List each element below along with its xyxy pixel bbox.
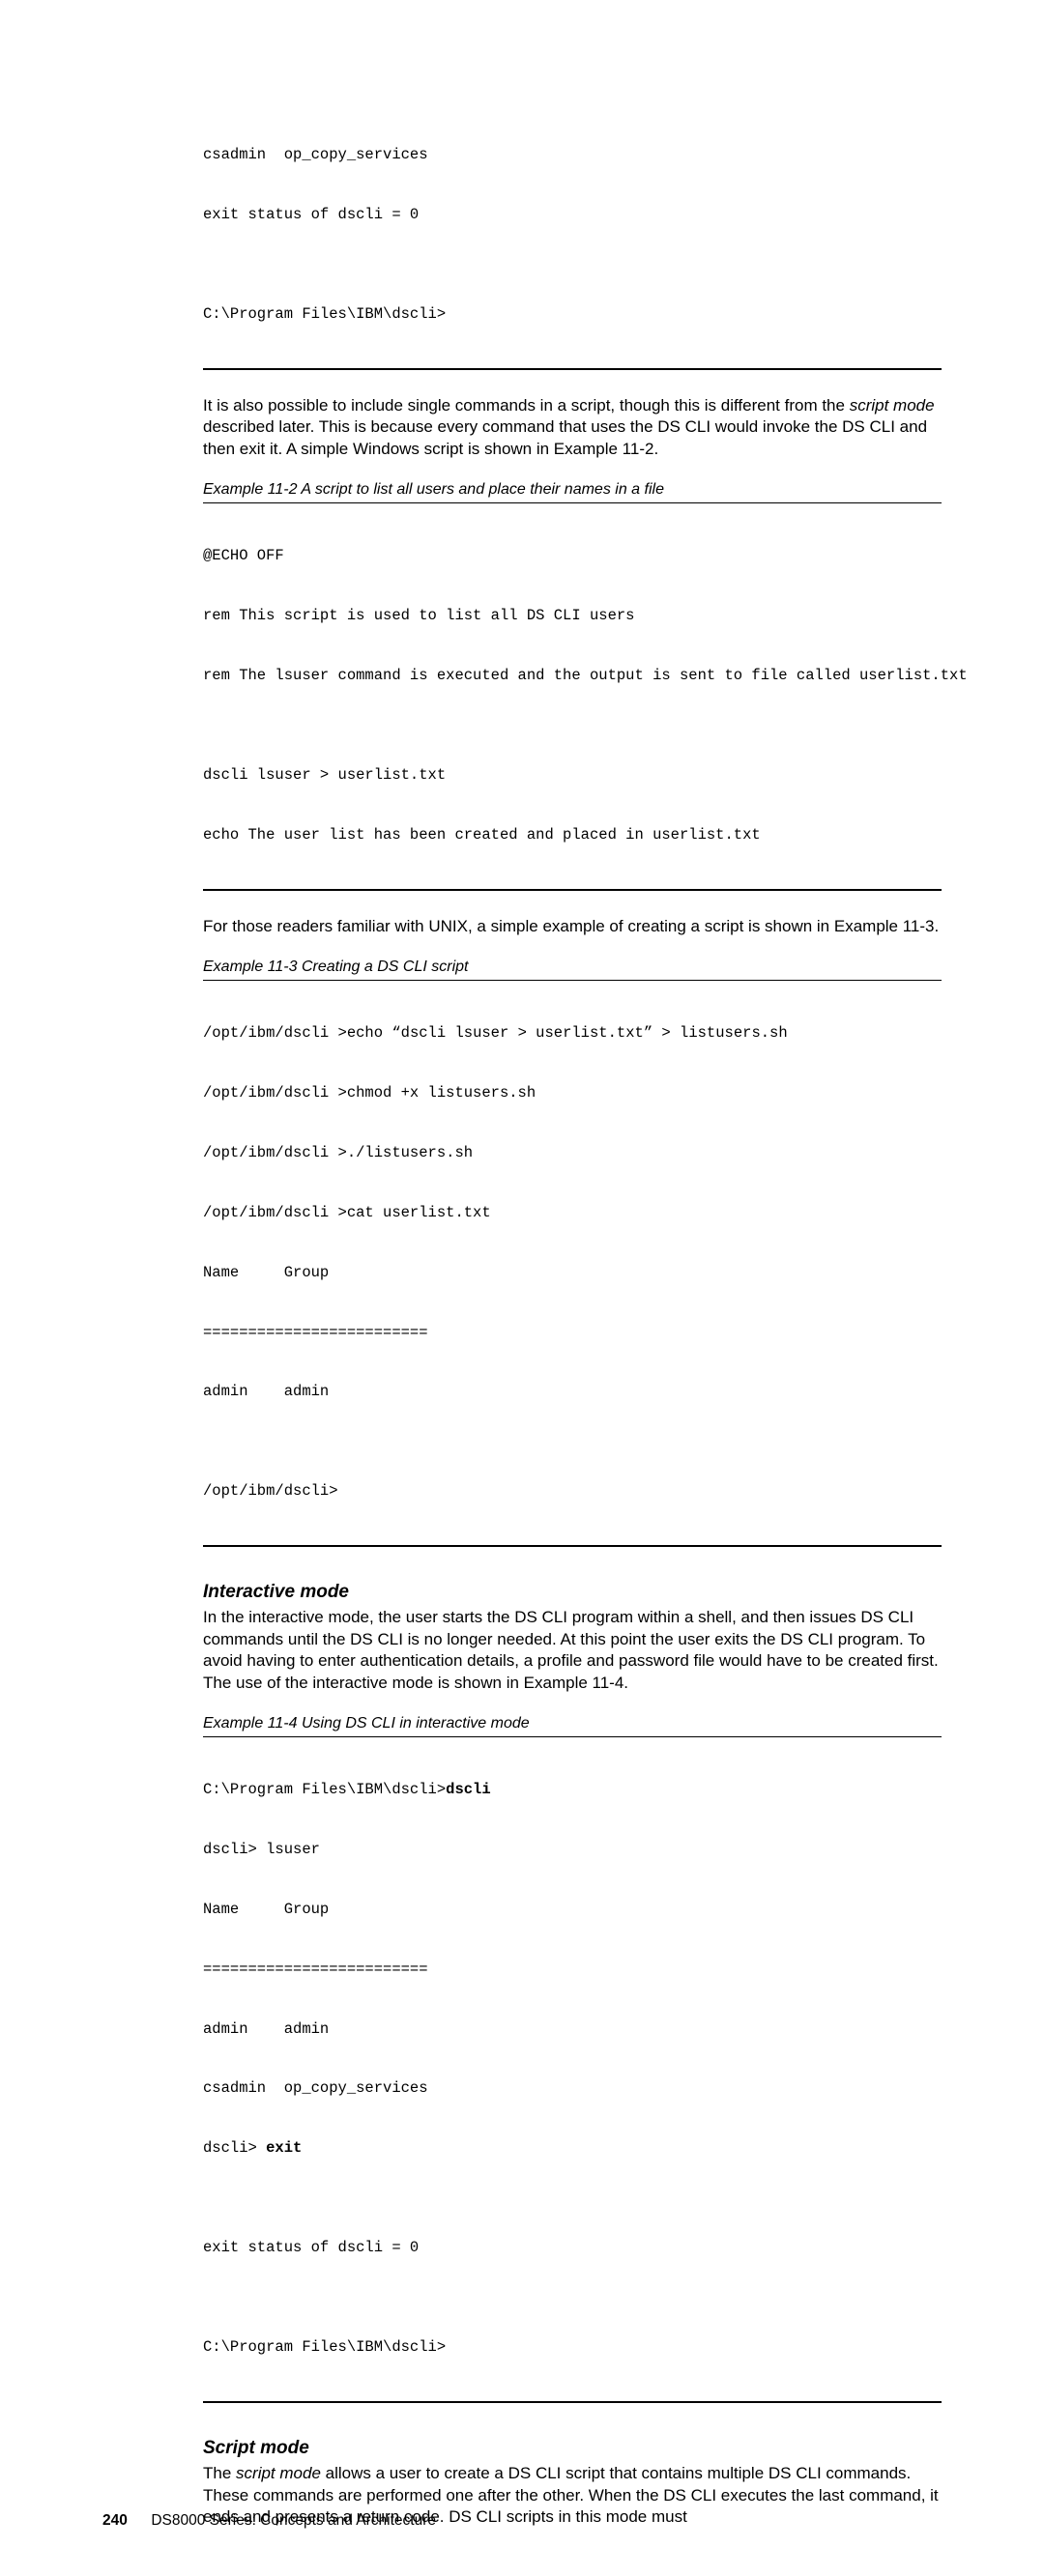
code-line: csadmin op_copy_services [203,2078,942,2099]
heading-interactive-mode: Interactive mode [203,1582,942,1603]
text: described later. This is because every c… [203,417,927,457]
paragraph: In the interactive mode, the user starts… [203,1607,942,1694]
code-block-3: /opt/ibm/dscli >echo “dscli lsuser > use… [203,984,942,1541]
code-line: /opt/ibm/dscli >echo “dscli lsuser > use… [203,1023,942,1044]
text-italic: script mode [236,2464,321,2482]
code-line: rem This script is used to list all DS C… [203,606,942,626]
text: The [203,2464,236,2482]
code-line: /opt/ibm/dscli >./listusers.sh [203,1143,942,1163]
page: csadmin op_copy_services exit status of … [0,0,1044,2576]
heading-script-mode: Script mode [203,2438,942,2459]
code-line: Name Group [203,1263,942,1283]
rule [203,1736,942,1737]
code-line: @ECHO OFF [203,546,942,566]
text: C:\Program Files\IBM\dscli> [203,1781,446,1798]
rule [203,368,942,370]
code-line: ========================= [203,1323,942,1343]
paragraph: For those readers familiar with UNIX, a … [203,916,942,937]
text: ” [644,1024,652,1042]
code-line: rem The lsuser command is executed and t… [203,666,942,686]
footer-title: DS8000 Series: Concepts and Architecture [151,2512,436,2530]
code-line: C:\Program Files\IBM\dscli> [203,304,942,325]
rule [203,502,942,503]
code-line: exit status of dscli = 0 [203,2238,942,2258]
code-block-4: C:\Program Files\IBM\dscli>dscli dscli> … [203,1740,942,2397]
code-line: /opt/ibm/dscli >chmod +x listusers.sh [203,1083,942,1103]
text-bold: dscli [446,1781,491,1798]
text: dscli lsuser > userlist.txt [401,1024,644,1042]
code-line: dscli> exit [203,2138,942,2159]
paragraph: It is also possible to include single co… [203,395,942,460]
rule [203,2401,942,2403]
text-italic: script mode [850,396,935,415]
text: /opt/ibm/dscli >echo [203,1024,392,1042]
code-line: /opt/ibm/dscli >cat userlist.txt [203,1203,942,1223]
code-line: dscli> lsuser [203,1840,942,1860]
example-caption: Example 11-3 Creating a DS CLI script [203,959,942,976]
rule [203,980,942,981]
code-line: admin admin [203,1382,942,1402]
code-line: ========================= [203,1960,942,1980]
text: It is also possible to include single co… [203,396,850,415]
text: > listusers.sh [652,1024,788,1042]
code-line: dscli lsuser > userlist.txt [203,765,942,786]
page-footer: 240 DS8000 Series: Concepts and Architec… [0,2512,1044,2530]
code-line: /opt/ibm/dscli> [203,1481,942,1502]
example-caption: Example 11-4 Using DS CLI in interactive… [203,1715,942,1732]
code-line: C:\Program Files\IBM\dscli> [203,2337,942,2358]
code-block-2: @ECHO OFF rem This script is used to lis… [203,506,942,885]
code-line: exit status of dscli = 0 [203,205,942,225]
code-line: echo The user list has been created and … [203,825,942,845]
code-line: C:\Program Files\IBM\dscli>dscli [203,1780,942,1800]
example-caption: Example 11-2 A script to list all users … [203,481,942,499]
rule [203,1545,942,1547]
text: “ [392,1024,400,1042]
text: dscli> [203,2139,266,2157]
code-block-1: csadmin op_copy_services exit status of … [203,105,942,364]
code-line: csadmin op_copy_services [203,145,942,165]
rule [203,889,942,891]
page-number: 240 [102,2512,147,2530]
text-bold: exit [266,2139,302,2157]
code-line: admin admin [203,2019,942,2040]
code-line: Name Group [203,1900,942,1920]
